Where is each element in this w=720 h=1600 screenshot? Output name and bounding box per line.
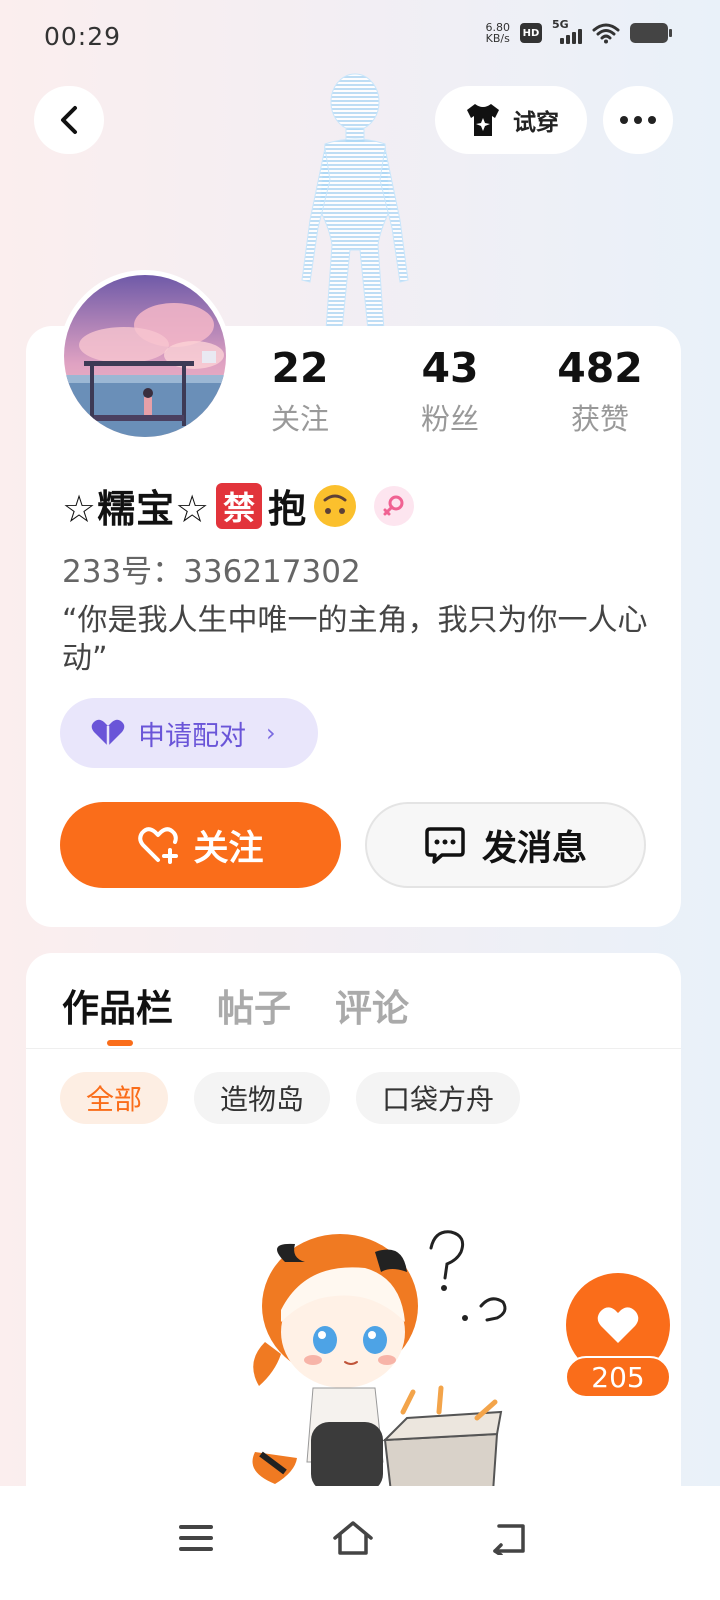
tab-works[interactable]: 作品栏	[62, 978, 173, 1032]
more-button[interactable]	[603, 86, 673, 154]
nickname: ☆糯宝☆	[62, 487, 211, 531]
likes-count: 482	[557, 344, 643, 392]
like-count: 205	[565, 1356, 671, 1398]
try-on-label: 试穿	[513, 110, 559, 136]
filter-creation-island[interactable]: 造物岛	[194, 1072, 331, 1124]
empty-state-illustration	[252, 1230, 507, 1492]
following-label: 关注	[270, 402, 329, 436]
hd-icon: HD	[520, 23, 542, 43]
avatar-image	[64, 275, 226, 437]
heart-icon	[91, 719, 125, 746]
follow-button[interactable]: 关注	[60, 802, 341, 888]
female-icon	[374, 485, 415, 526]
hug-text: 抱	[268, 487, 307, 531]
back-button[interactable]	[34, 86, 104, 154]
heart-plus-icon	[138, 827, 179, 864]
content-tabs: 作品栏 帖子 评论	[62, 978, 409, 1032]
wifi-icon	[592, 23, 620, 44]
likes-label: 获赞	[570, 402, 629, 436]
user-id: 233号：336217302	[62, 554, 361, 590]
filter-pocket-ark[interactable]: 口袋方舟	[356, 1072, 521, 1124]
heart-icon	[597, 1307, 639, 1343]
status-time: 00:29	[44, 22, 122, 51]
nav-menu-button[interactable]	[166, 1508, 226, 1568]
following-count: 22	[271, 344, 329, 392]
chevron-left-icon	[61, 106, 77, 134]
signal-icon: 5G	[552, 18, 582, 44]
active-tab-indicator	[107, 1040, 133, 1046]
profile-stats: 22 关注 43 粉丝 482 获赞	[240, 342, 660, 438]
tab-posts[interactable]: 帖子	[217, 978, 291, 1032]
apply-pair-label: 申请配对	[138, 720, 246, 752]
try-on-button[interactable]: 试穿	[435, 86, 587, 154]
status-icons: 6.80 KB/s HD 5G	[485, 18, 672, 45]
follow-label: 关注	[193, 828, 264, 869]
nav-back-button[interactable]	[480, 1508, 540, 1568]
back-arrow-icon	[493, 1524, 525, 1555]
menu-icon	[179, 1525, 213, 1551]
followers-label: 粉丝	[420, 402, 479, 436]
ban-emoji-icon: 禁	[216, 482, 263, 529]
likes-stat[interactable]: 482 获赞	[540, 342, 660, 438]
status-bar: 00:29 6.80 KB/s HD 5G	[0, 0, 720, 74]
more-icon	[620, 116, 656, 124]
home-icon	[333, 1521, 373, 1555]
followers-stat[interactable]: 43 粉丝	[390, 342, 510, 438]
tab-comments[interactable]: 评论	[335, 978, 409, 1032]
apply-pair-button[interactable]: 申请配对 ›	[60, 698, 318, 768]
upside-down-face-icon	[314, 484, 357, 527]
send-message-button[interactable]: 发消息	[365, 802, 646, 888]
hologram-figure	[301, 73, 409, 330]
system-nav-bar	[0, 1486, 720, 1600]
chat-bubble-icon	[425, 827, 465, 864]
name-row: ☆糯宝☆ 禁 抱	[62, 478, 415, 533]
followers-count: 43	[421, 344, 479, 392]
following-stat[interactable]: 22 关注	[240, 342, 360, 438]
filter-all[interactable]: 全部	[60, 1072, 169, 1124]
chevron-right-icon: ›	[266, 719, 276, 747]
avatar[interactable]	[59, 270, 231, 442]
nav-home-button[interactable]	[323, 1508, 383, 1568]
send-message-label: 发消息	[481, 828, 587, 869]
tshirt-icon	[467, 104, 499, 136]
filter-chips: 全部 造物岛 口袋方舟	[60, 1072, 521, 1124]
battery-icon	[630, 23, 672, 43]
bio-text: “你是我人生中唯一的主角，我只为你一人心动”	[62, 603, 648, 676]
network-speed: 6.80 KB/s	[485, 21, 511, 45]
tabs-divider	[26, 1048, 681, 1049]
